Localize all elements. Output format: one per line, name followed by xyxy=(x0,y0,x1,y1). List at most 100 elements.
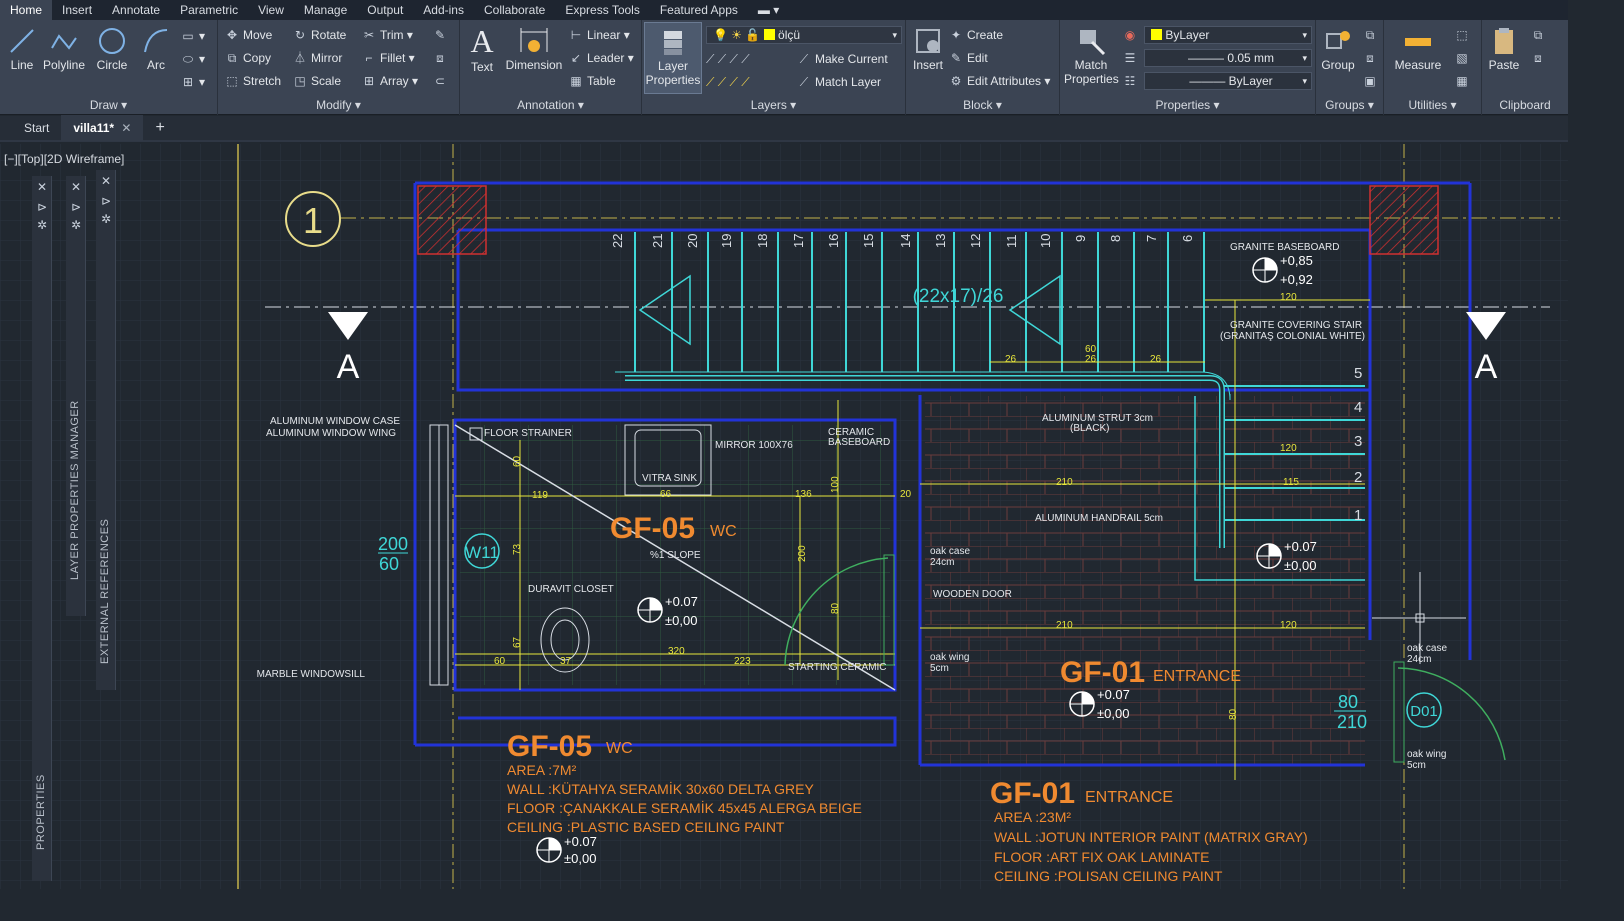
layer-color-swatch xyxy=(763,29,775,40)
copy-button[interactable]: ⧉ Copy xyxy=(224,48,271,68)
paste-button[interactable]: Paste xyxy=(1484,26,1524,72)
layer-properties-button[interactable]: Layer Properties xyxy=(644,22,702,94)
label-granite-covering: GRANITE COVERING STAIR xyxy=(1230,320,1362,331)
measure-button[interactable]: Measure xyxy=(1388,26,1448,72)
arc-button[interactable]: Arc xyxy=(138,26,174,72)
quick-select-icon[interactable]: ▧ xyxy=(1454,48,1473,68)
palette-settings-icon[interactable]: ✲ xyxy=(36,218,48,232)
external-references-palette[interactable]: ✕ ⊳ ✲ EXTERNAL REFERENCES xyxy=(96,170,116,690)
tab-home[interactable]: Home xyxy=(0,0,53,20)
label-oak-wing-right: oak wing xyxy=(1407,749,1446,760)
color-dropdown[interactable]: ByLayer ▾ xyxy=(1144,26,1312,44)
group-button[interactable]: Group xyxy=(1318,26,1358,72)
palette-settings-icon[interactable]: ✲ xyxy=(70,218,82,232)
tab-manage[interactable]: Manage xyxy=(294,0,357,20)
erase-icon[interactable]: ✎ xyxy=(432,25,451,45)
select-all-icon[interactable]: ⬚ xyxy=(1454,25,1473,45)
edit-block-button[interactable]: ✎ Edit xyxy=(948,48,988,68)
group-select-icon[interactable]: ▣ xyxy=(1362,71,1381,91)
panel-title-block[interactable]: Block ▾ xyxy=(906,98,1059,112)
tab-insert[interactable]: Insert xyxy=(52,0,102,20)
layer-properties-palette[interactable]: ✕ ⊳ ✲ LAYER PROPERTIES MANAGER xyxy=(66,176,86,616)
stretch-button[interactable]: ⬚ Stretch xyxy=(224,71,281,91)
tab-express-tools[interactable]: Express Tools xyxy=(555,0,649,20)
group-edit-icon[interactable]: ⧈ xyxy=(1362,48,1381,68)
workspace-toggle-icon[interactable]: ▬ ▾ xyxy=(748,0,789,20)
layer-tools-row1[interactable]: ⟋ ⟋ ⟋ ⟋ xyxy=(706,49,750,69)
tab-annotate[interactable]: Annotate xyxy=(102,0,170,20)
step-13: 13 xyxy=(933,234,948,248)
viewport-controls-label[interactable]: [−][Top][2D Wireframe] xyxy=(4,152,124,166)
table-button[interactable]: ▦ Table xyxy=(568,71,615,91)
panel-title-layers[interactable]: Layers ▾ xyxy=(642,98,905,112)
match-properties-button[interactable]: Match Properties xyxy=(1064,26,1119,86)
scale-button[interactable]: ◳ Scale xyxy=(292,71,341,91)
door-width: 80 xyxy=(1338,692,1358,712)
linear-button[interactable]: ⊢ Linear ▾ xyxy=(568,25,630,45)
close-palette-icon[interactable]: ✕ xyxy=(100,174,112,188)
insert-button[interactable]: Insert xyxy=(908,26,948,72)
array-button[interactable]: ⊞ Array ▾ xyxy=(361,71,418,91)
explode-icon[interactable]: ⧈ xyxy=(432,48,451,68)
tab-output[interactable]: Output xyxy=(357,0,413,20)
linetype-dropdown[interactable]: ——— ByLayer ▾ xyxy=(1144,72,1312,90)
panel-title-draw[interactable]: Draw ▾ xyxy=(0,98,217,112)
label-alu-window-wing: ALUMINUM WINDOW WING xyxy=(266,428,396,439)
tab-featured-apps[interactable]: Featured Apps xyxy=(650,0,748,20)
layer-dropdown[interactable]: 💡 ☀ 🔓 ölçü ▾ xyxy=(706,26,902,44)
move-button[interactable]: ✥ Move xyxy=(224,25,272,45)
tab-parametric[interactable]: Parametric xyxy=(170,0,248,20)
step-17: 17 xyxy=(791,234,806,248)
panel-title-modify[interactable]: Modify ▾ xyxy=(218,98,459,112)
panel-title-properties[interactable]: Properties ▾ xyxy=(1060,98,1315,112)
palette-settings-icon[interactable]: ✲ xyxy=(100,212,112,226)
panel-title-groups[interactable]: Groups ▾ xyxy=(1316,98,1383,112)
fillet-button[interactable]: ⌐ Fillet ▾ xyxy=(361,48,414,68)
hatch-icon[interactable]: ⬭ ▾ xyxy=(180,49,205,69)
svg-text:WALL :JOTUN INTERIOR PAINT (MA: WALL :JOTUN INTERIOR PAINT (MATRIX GRAY) xyxy=(994,829,1308,845)
edit-attributes-button[interactable]: ⚙ Edit Attributes ▾ xyxy=(948,71,1051,91)
tab-collaborate[interactable]: Collaborate xyxy=(474,0,555,20)
offset-icon[interactable]: ⊂ xyxy=(432,71,451,91)
circle-button[interactable]: Circle xyxy=(92,26,132,72)
ungroup-icon[interactable]: ⧉ xyxy=(1362,25,1381,45)
polyline-button[interactable]: Polyline xyxy=(40,26,88,72)
trim-button[interactable]: ✂ Trim ▾ xyxy=(361,25,413,45)
region-icon[interactable]: ⊞ ▾ xyxy=(180,72,205,92)
calculator-icon[interactable]: ▦ xyxy=(1454,71,1473,91)
panel-title-utilities[interactable]: Utilities ▾ xyxy=(1384,98,1481,112)
layer-tools-row2[interactable]: ⟋ ⟋ ⟋ ⟋ xyxy=(706,72,750,92)
tab-add-ins[interactable]: Add-ins xyxy=(413,0,474,20)
properties-palette[interactable]: ✕ ⊳ ✲ PROPERTIES xyxy=(32,176,52,881)
match-layer-button[interactable]: ⟋ Match Layer xyxy=(796,72,881,92)
close-palette-icon[interactable]: ✕ xyxy=(36,180,48,194)
create-block-button[interactable]: ✦ Create xyxy=(948,25,1003,45)
drawing-tab-villa11[interactable]: villa11* ✕ xyxy=(61,115,144,141)
autohide-icon[interactable]: ⊳ xyxy=(100,194,112,208)
close-tab-icon[interactable]: ✕ xyxy=(121,121,131,135)
autohide-icon[interactable]: ⊳ xyxy=(36,200,48,214)
close-palette-icon[interactable]: ✕ xyxy=(70,180,82,194)
rotate-button[interactable]: ↻ Rotate xyxy=(292,25,346,45)
lineweight-dropdown[interactable]: ——— 0.05 mm ▾ xyxy=(1144,49,1312,67)
dimension-button[interactable]: Dimension xyxy=(504,26,564,72)
leader-button[interactable]: ↙ Leader ▾ xyxy=(568,48,634,68)
start-tab[interactable]: Start xyxy=(12,115,61,141)
rectangle-icon[interactable]: ▭ ▾ xyxy=(180,26,205,46)
line-button[interactable]: Line xyxy=(4,26,40,72)
mirror-button[interactable]: ⏃ Mirror xyxy=(292,48,342,68)
cut-clip-icon[interactable]: ⧈ xyxy=(1530,48,1549,68)
svg-text:ENTRANCE: ENTRANCE xyxy=(1153,668,1241,685)
drawing-canvas[interactable]: 1 A A 22 21 20 19 18 17 16 15 14 13 12 1… xyxy=(0,144,1568,889)
make-current-button[interactable]: ⟋ Make Current xyxy=(796,49,888,69)
label-oak-wing-size: 5cm xyxy=(930,663,949,674)
new-tab-plus-icon[interactable]: + xyxy=(143,115,176,141)
text-button[interactable]: A Text xyxy=(464,24,500,74)
panel-title-annotation[interactable]: Annotation ▾ xyxy=(460,98,641,112)
tab-view[interactable]: View xyxy=(248,0,294,20)
svg-text:37: 37 xyxy=(560,656,572,667)
autohide-icon[interactable]: ⊳ xyxy=(70,200,82,214)
clipboard-icon xyxy=(1495,28,1513,54)
copy-clip-icon[interactable]: ⧉ xyxy=(1530,25,1549,45)
svg-text:GF-05: GF-05 xyxy=(610,512,695,545)
